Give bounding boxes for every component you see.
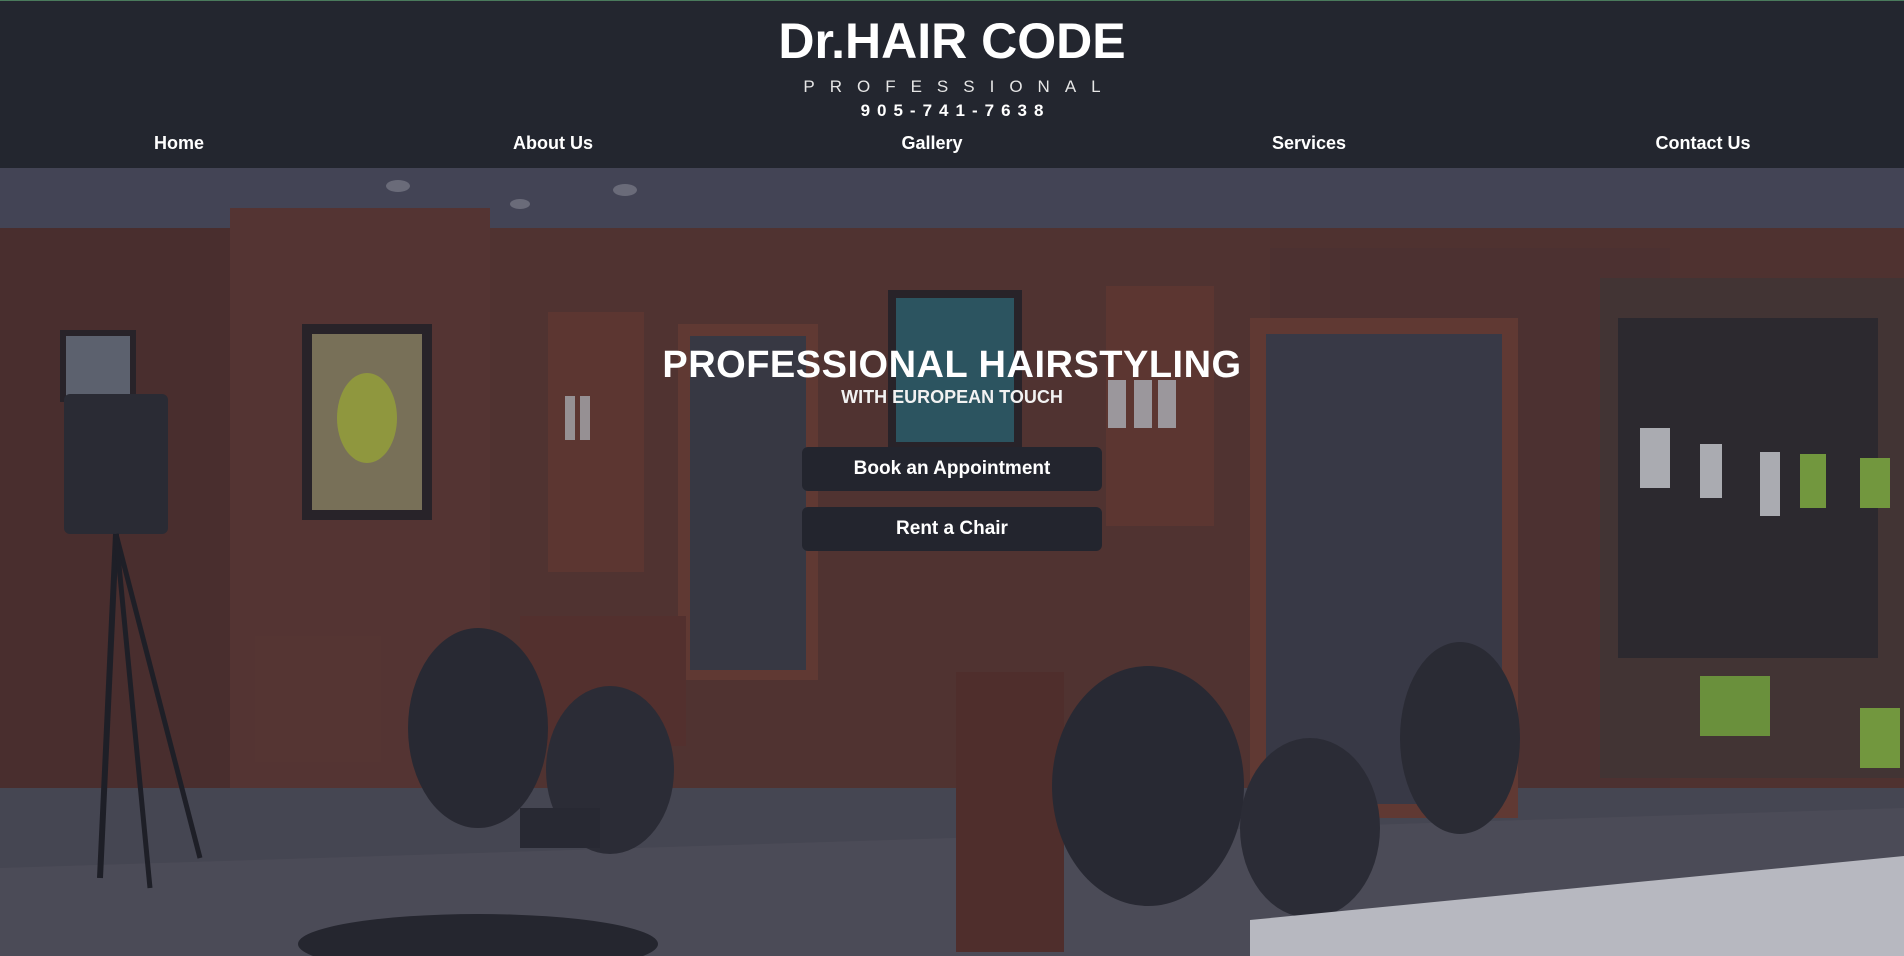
nav-services[interactable]: Services — [1272, 129, 1346, 157]
main-nav: Home About Us Gallery Services Contact U… — [0, 129, 1904, 157]
brand-block: Dr.HAIR CODE PROFESSIONAL 905-741-7638 — [0, 13, 1904, 122]
nav-gallery[interactable]: Gallery — [901, 129, 962, 157]
site-header: Dr.HAIR CODE PROFESSIONAL 905-741-7638 H… — [0, 0, 1904, 168]
hero-overlay — [0, 168, 1904, 956]
phone-number[interactable]: 905-741-7638 — [0, 100, 1904, 122]
hero-subtitle: WITH EUROPEAN TOUCH — [841, 387, 1063, 407]
book-appointment-button[interactable]: Book an Appointment — [802, 447, 1102, 491]
hero-section: PROFESSIONAL HAIRSTYLING WITH EUROPEAN T… — [0, 168, 1904, 956]
brand-name[interactable]: Dr.HAIR CODE — [0, 13, 1904, 69]
rent-chair-button[interactable]: Rent a Chair — [802, 507, 1102, 551]
nav-about-us[interactable]: About Us — [513, 129, 593, 157]
nav-contact-us[interactable]: Contact Us — [1655, 129, 1750, 157]
hero-content: PROFESSIONAL HAIRSTYLING WITH EUROPEAN T… — [0, 344, 1904, 408]
nav-home[interactable]: Home — [154, 129, 204, 157]
brand-tagline: PROFESSIONAL — [803, 77, 1116, 96]
hero-title: PROFESSIONAL HAIRSTYLING — [662, 344, 1242, 386]
